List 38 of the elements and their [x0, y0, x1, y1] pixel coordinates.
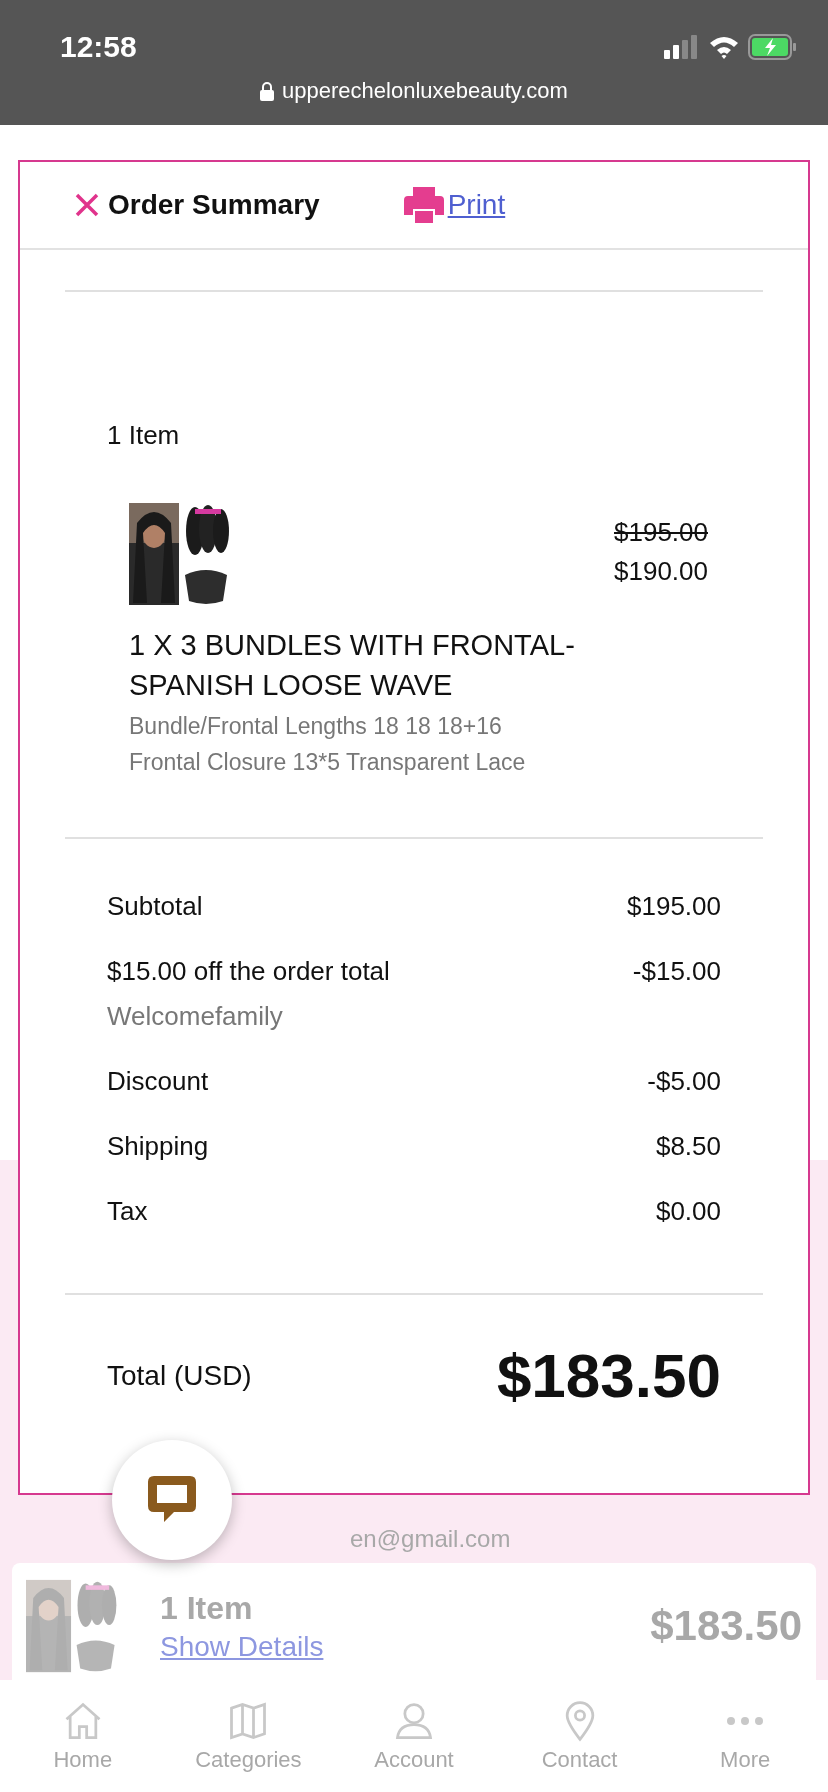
lock-icon	[260, 81, 275, 101]
summary-value: -$5.00	[647, 1066, 721, 1097]
coupon-code: Welcomefamily	[107, 1001, 284, 1032]
original-price: $195.00	[614, 517, 708, 548]
tab-bar-item[interactable]: Account	[354, 1698, 474, 1774]
summary-label: Discount	[107, 1066, 209, 1097]
product-option: Frontal Closure 13*5 Transparent Lace	[129, 747, 763, 777]
email-text: en@gmail.com	[350, 1525, 511, 1553]
show-details-link[interactable]: Show Details	[160, 1630, 324, 1663]
dialog-title: Order Summary	[108, 189, 320, 221]
battery-icon	[748, 34, 798, 60]
printer-icon	[403, 187, 444, 223]
wifi-icon	[708, 35, 740, 59]
total-value: $183.50	[496, 1340, 721, 1411]
item-price: $190.00	[614, 556, 708, 587]
summary-value: -$15.00	[632, 956, 721, 988]
status-time: 12:58	[60, 30, 137, 64]
cart-item-count: 1 Item	[160, 1589, 253, 1627]
product-option: Bundle/Frontal Lengths 18 18 18+16	[129, 711, 763, 741]
summary-label: Subtotal	[107, 891, 203, 922]
summary-label: Shipping	[107, 1131, 209, 1162]
tab-bar-item[interactable]: Home	[22, 1698, 143, 1774]
chat-button[interactable]	[112, 1440, 232, 1560]
tab-bar-item[interactable]: Contact	[519, 1698, 640, 1774]
cart-total: $183.50	[650, 1602, 802, 1650]
print-link[interactable]: Print	[447, 189, 506, 221]
summary-value: $195.00	[627, 891, 721, 922]
summary-value: $8.50	[655, 1131, 721, 1162]
signal-icon	[664, 35, 700, 59]
tab-bar-item[interactable]: Categories	[188, 1698, 309, 1774]
tab-bar-item[interactable]: More	[685, 1698, 806, 1774]
url-text: upperechelonluxebeauty.com	[282, 78, 568, 104]
total-label: Total (USD)	[107, 1359, 252, 1392]
summary-label: Tax	[107, 1196, 148, 1227]
summary-value: $0.00	[655, 1196, 721, 1227]
product-name: 1 X 3 BUNDLES WITH FRONTAL-SPANISH LOOSE WAVE	[129, 628, 576, 703]
summary-label: $15.00 off the order total	[107, 956, 390, 987]
item-count: 1 Item	[107, 420, 181, 451]
